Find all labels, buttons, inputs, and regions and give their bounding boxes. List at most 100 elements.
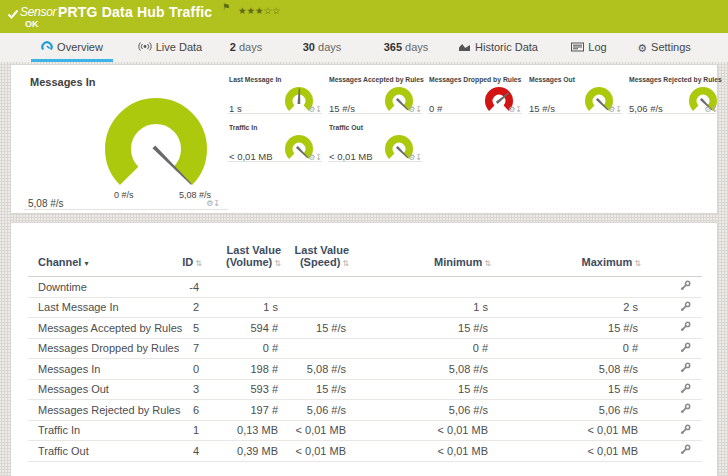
- last-value-speed: 15 #/s: [283, 318, 351, 339]
- priority-stars[interactable]: ★★★☆☆: [238, 5, 281, 16]
- channel-settings-icon[interactable]: [680, 280, 691, 291]
- gauge-value: 15 #/s: [529, 103, 555, 114]
- last-value-volume: 0 #: [204, 338, 283, 359]
- gauge-download-icon: ↧: [213, 199, 220, 208]
- channel-settings-icon[interactable]: [680, 403, 691, 414]
- column-header-maximum[interactable]: Maximum⇅: [493, 244, 643, 277]
- channel-row[interactable]: Traffic Out40,39 MB< 0,01 MB< 0,01 MB< 0…: [28, 441, 702, 462]
- maximum: 2 s: [493, 297, 643, 318]
- gauge-title: Messages In: [30, 76, 95, 88]
- channel-row[interactable]: Traffic In10,13 MB< 0,01 MB< 0,01 MB< 0,…: [28, 420, 702, 441]
- channel-settings-icon[interactable]: [680, 444, 691, 455]
- last-value-volume: [204, 277, 283, 298]
- channel-row[interactable]: Messages Out3593 #15 #/s15 #/s15 #/s: [28, 379, 702, 400]
- tab-days[interactable]: 365 days: [371, 33, 441, 62]
- tab-historic-data[interactable]: Historic Data: [442, 33, 554, 62]
- tab-settings[interactable]: ⚙ Settings: [624, 33, 704, 62]
- channel-name: Messages Accepted by Rules: [28, 318, 178, 339]
- channel-row[interactable]: Messages Dropped by Rules70 #0 #0 #: [28, 338, 702, 359]
- tab-overview[interactable]: Overview: [31, 33, 113, 62]
- gauge-scale-min: 0 #/s: [114, 190, 134, 200]
- active-tab-underline: [31, 59, 113, 62]
- column-header-last-value[interactable]: Last Value(Speed)⇅: [283, 244, 351, 277]
- channel-settings-icon[interactable]: [680, 321, 691, 332]
- gauge-title: Messages Accepted by Rules: [329, 75, 424, 84]
- tab-live-data[interactable]: Live Data: [124, 33, 216, 62]
- tab-label: Overview: [57, 41, 103, 53]
- channel-row[interactable]: Messages In0198 #5,08 #/s5,08 #/s5,08 #/…: [28, 359, 702, 380]
- gauge-download-icon: ↧: [415, 153, 422, 162]
- gauge-cell-messages-dropped-by-rules: Messages Dropped by Rules0 #⚙↧: [428, 73, 522, 114]
- gauge-download-icon: ↧: [415, 105, 422, 114]
- last-value-volume: 198 #: [204, 359, 283, 380]
- channel-settings-icon[interactable]: [680, 424, 691, 435]
- last-value-volume: 593 #: [204, 379, 283, 400]
- channel-row[interactable]: Downtime-4: [28, 277, 702, 298]
- gauge-cell-traffic-in: Traffic In< 0,01 MB⚙↧: [228, 121, 322, 162]
- tab-label: Settings: [651, 41, 691, 53]
- last-value-volume: 197 #: [204, 400, 283, 421]
- sensor-status-label: OK: [25, 19, 39, 29]
- gauge-download-icon: ↧: [711, 105, 718, 114]
- maximum: 15 #/s: [493, 318, 643, 339]
- channel-settings-icon[interactable]: [680, 383, 691, 394]
- last-value-volume: 1 s: [204, 297, 283, 318]
- last-value-speed: [283, 277, 351, 298]
- last-value-volume: 0,39 MB: [204, 441, 283, 462]
- overview-panel: Messages In0 #/s5,08 #/s5,08 #/s⚙↧Last M…: [10, 64, 718, 214]
- last-value-speed: < 0,01 MB: [283, 441, 351, 462]
- maximum: < 0,01 MB: [493, 420, 643, 441]
- channel-id: -4: [178, 277, 204, 298]
- gauge-value: < 0,01 MB: [329, 151, 373, 162]
- gauge-download-icon: ↧: [315, 105, 322, 114]
- gauge-title: Last Message In: [229, 75, 281, 84]
- channel-id: 6: [178, 400, 204, 421]
- minimum: < 0,01 MB: [351, 420, 493, 441]
- maximum: 15 #/s: [493, 379, 643, 400]
- maximum: 0 #: [493, 338, 643, 359]
- channel-id: 4: [178, 441, 204, 462]
- gear-icon: ⚙: [637, 42, 647, 54]
- channel-name: Last Message In: [28, 297, 178, 318]
- channel-id: 2: [178, 297, 204, 318]
- channel-row[interactable]: Last Message In21 s1 s2 s: [28, 297, 702, 318]
- gauge-cell-messages-rejected-by-rules: Messages Rejected by Rules5,06 #/s⚙↧: [628, 73, 718, 114]
- gauge-icon: [41, 40, 53, 52]
- tab-label: Log: [588, 41, 606, 53]
- gauge-cell-last-message-in: Last Message In1 s⚙↧: [228, 73, 322, 114]
- maximum: 5,06 #/s: [493, 400, 643, 421]
- channel-id: 0: [178, 359, 204, 380]
- gauge-value: 15 #/s: [329, 103, 355, 114]
- tab-log[interactable]: Log: [556, 33, 622, 62]
- column-header-minimum[interactable]: Minimum⇅: [351, 244, 493, 277]
- object-kind-label: Sensor: [20, 5, 56, 19]
- column-header-channel[interactable]: Channel▾: [28, 244, 178, 277]
- gauge-value: 1 s: [229, 103, 242, 114]
- tab-label: Historic Data: [475, 41, 538, 53]
- minimum: [351, 277, 493, 298]
- channel-id: 1: [178, 420, 204, 441]
- channel-settings-icon[interactable]: [680, 362, 691, 373]
- channel-settings-icon[interactable]: [680, 301, 691, 312]
- channel-name: Traffic Out: [28, 441, 178, 462]
- flag-icon[interactable]: ⚑: [222, 2, 230, 12]
- tab-days[interactable]: 30 days: [290, 33, 354, 62]
- maximum: 5,08 #/s: [493, 359, 643, 380]
- sensor-header-bar: Sensor PRTG Data Hub Traffic ⚑ ★★★☆☆ OK: [0, 0, 728, 33]
- minimum: 0 #: [351, 338, 493, 359]
- sensor-title[interactable]: PRTG Data Hub Traffic: [58, 4, 212, 20]
- minimum: 5,08 #/s: [351, 359, 493, 380]
- last-value-volume: 594 #: [204, 318, 283, 339]
- channel-id: 7: [178, 338, 204, 359]
- gauge-cell-messages-in: Messages In0 #/s5,08 #/s5,08 #/s⚙↧: [24, 73, 228, 210]
- channel-row[interactable]: Messages Accepted by Rules5594 #15 #/s15…: [28, 318, 702, 339]
- maximum: < 0,01 MB: [493, 441, 643, 462]
- channel-settings-icon[interactable]: [680, 342, 691, 353]
- tab-days[interactable]: 2 days: [216, 33, 276, 62]
- channel-name: Messages In: [28, 359, 178, 380]
- gauge-title: Messages Dropped by Rules: [429, 75, 521, 84]
- column-header-last-value[interactable]: Last Value(Volume)⇅: [204, 244, 283, 277]
- column-header-id[interactable]: ID⇅: [178, 244, 204, 277]
- gauge-value: < 0,01 MB: [229, 151, 273, 162]
- channel-row[interactable]: Messages Rejected by Rules6197 #5,06 #/s…: [28, 400, 702, 421]
